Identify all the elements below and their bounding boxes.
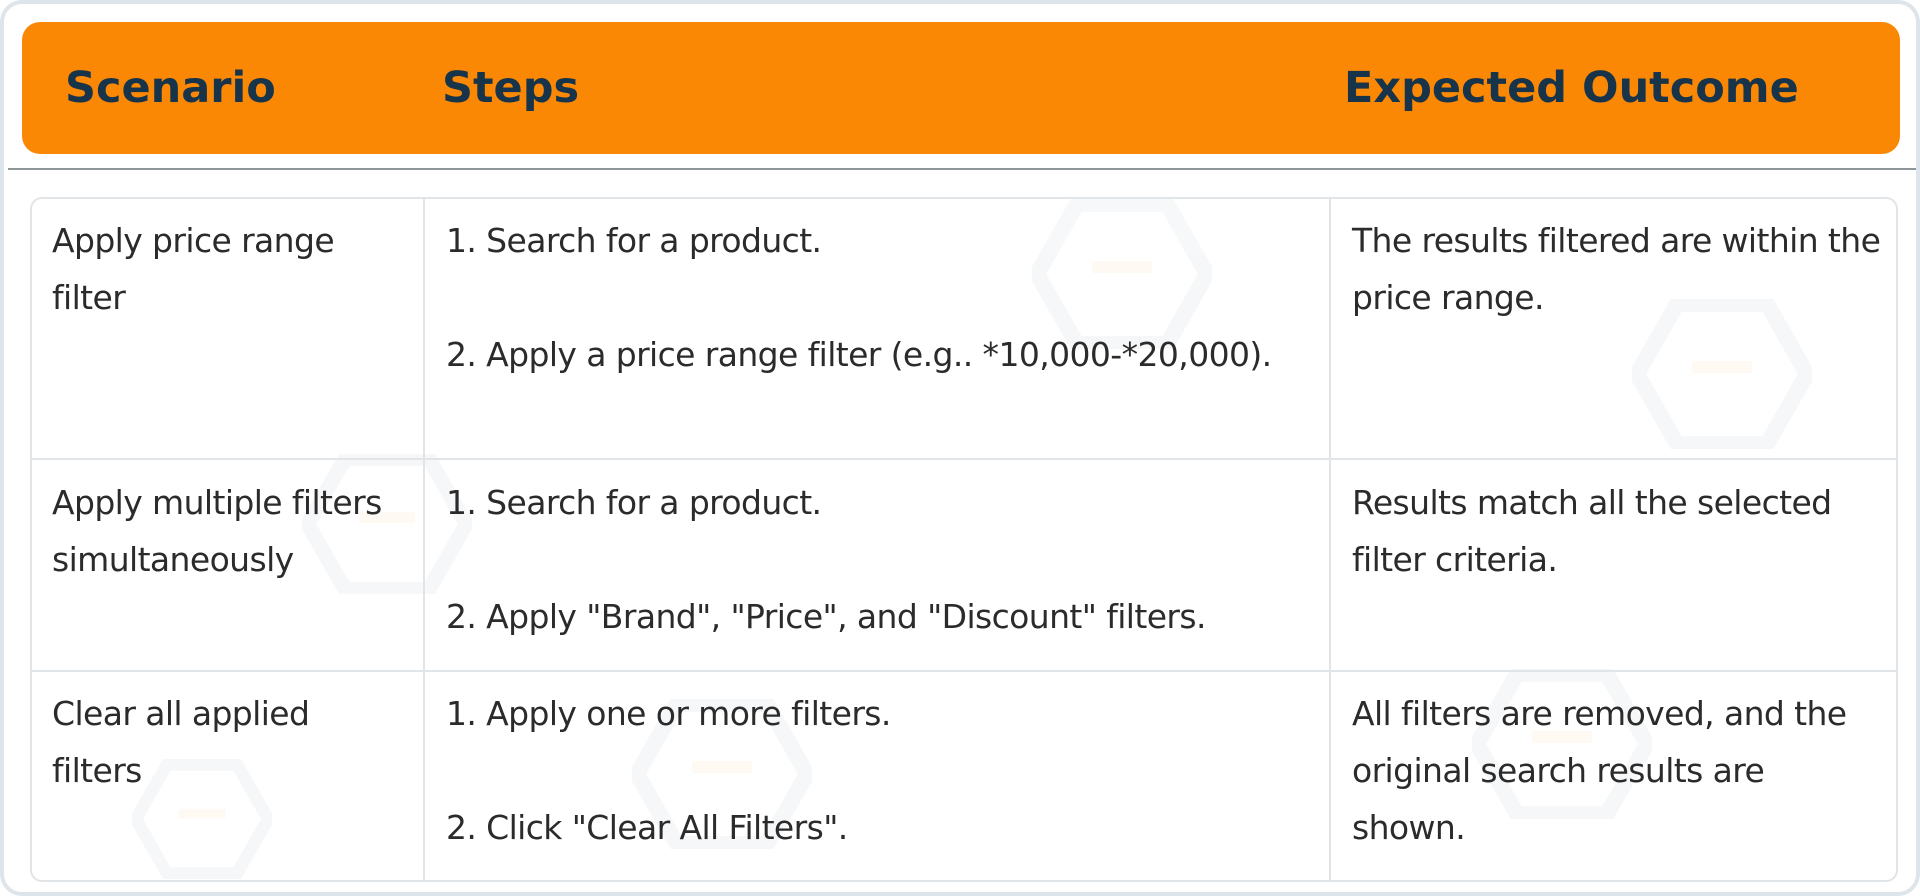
column-divider (1329, 199, 1331, 880)
step-item: 1. Apply one or more filters. (446, 694, 891, 733)
header-divider (8, 168, 1916, 170)
column-divider (423, 199, 425, 880)
table-card: Scenario Steps Expected Outcome Apply pr… (0, 0, 1920, 896)
header-scenario: Scenario (65, 63, 276, 113)
table-cell-scenario: Clear all applied filters (52, 694, 310, 790)
header-expected-outcome: Expected Outcome (1344, 63, 1799, 113)
table-cell-steps: 1. Apply one or more filters. 2. Click "… (446, 685, 1316, 856)
table-cell-outcome: Results match all the selected filter cr… (1352, 483, 1832, 579)
table-cell-steps: 1. Search for a product. 2. Apply a pric… (446, 212, 1316, 383)
table-cell-outcome: The results filtered are within the pric… (1352, 221, 1881, 317)
table-cell-steps: 1. Search for a product. 2. Apply "Brand… (446, 474, 1316, 645)
header-steps: Steps (442, 63, 580, 113)
table-header: Scenario Steps Expected Outcome (22, 22, 1900, 154)
row-divider (32, 670, 1896, 672)
step-item: 2. Click "Clear All Filters". (446, 808, 848, 847)
step-item: 1. Search for a product. (446, 221, 822, 260)
step-item: 2. Apply a price range filter (e.g.. *10… (446, 335, 1272, 374)
table-cell-outcome: All filters are removed, and the origina… (1352, 694, 1847, 847)
step-item: 1. Search for a product. (446, 483, 822, 522)
row-divider (32, 458, 1896, 460)
table-cell-scenario: Apply multiple filters simultaneously (52, 483, 382, 579)
step-item: 2. Apply "Brand", "Price", and "Discount… (446, 597, 1206, 636)
table-cell-scenario: Apply price range filter (52, 221, 335, 317)
table-body: Apply price range filter 1. Search for a… (30, 197, 1898, 882)
